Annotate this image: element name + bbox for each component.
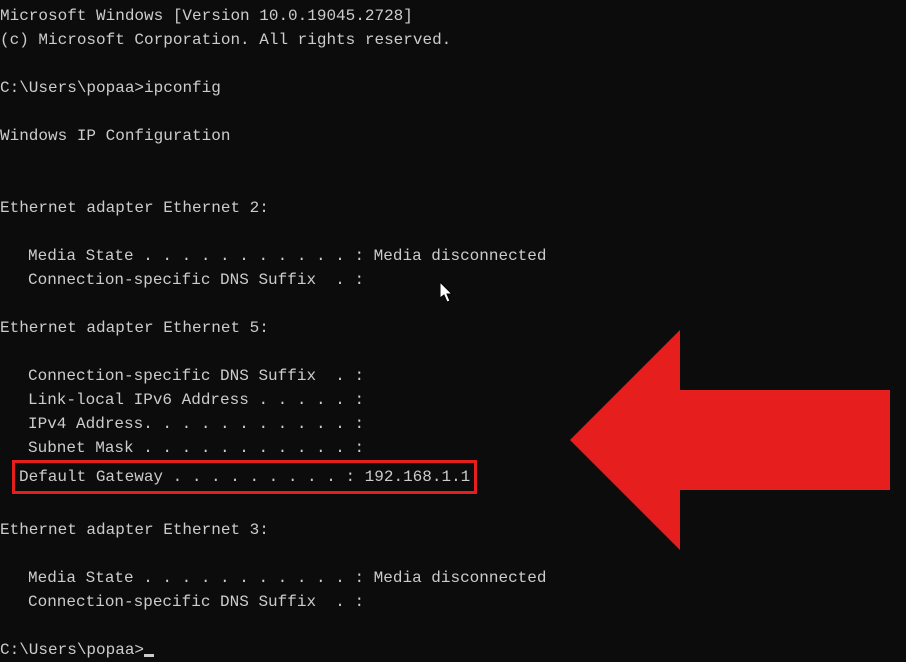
field-value: Media disconnected [374, 247, 547, 265]
ip-config-header: Windows IP Configuration [0, 124, 906, 148]
blank-line [0, 542, 906, 566]
field-label: Subnet Mask . . . . . . . . . . . : [28, 439, 374, 457]
subnet-mask-line: Subnet Mask . . . . . . . . . . . : ████… [0, 436, 906, 460]
media-state-line: Media State . . . . . . . . . . . : Medi… [0, 244, 906, 268]
blank-line [0, 148, 906, 172]
dns-suffix-line: Connection-specific DNS Suffix . : [0, 268, 906, 292]
field-label: Connection-specific DNS Suffix . : [28, 271, 364, 289]
field-label: Connection-specific DNS Suffix . : [28, 367, 364, 385]
redacted-value: ████████████████████████ [374, 391, 604, 409]
dns-suffix-line: Connection-specific DNS Suffix . : [0, 590, 906, 614]
ipv4-address-line: IPv4 Address. . . . . . . . . . . : ████… [0, 412, 906, 436]
blank-line [0, 100, 906, 124]
blank-line [0, 220, 906, 244]
field-label: Default Gateway . . . . . . . . . : [19, 468, 365, 486]
ipv6-address-line: Link-local IPv6 Address . . . . . : ████… [0, 388, 906, 412]
command-prompt-line[interactable]: C:\Users\popaa>ipconfig [0, 76, 906, 100]
blank-line [0, 340, 906, 364]
prompt-path: C:\Users\popaa> [0, 641, 144, 659]
adapter-title: Ethernet adapter Ethernet 3: [0, 518, 906, 542]
blank-line [0, 172, 906, 196]
copyright-line: (c) Microsoft Corporation. All rights re… [0, 28, 906, 52]
field-label: Link-local IPv6 Address . . . . . : [28, 391, 374, 409]
adapter-title: Ethernet adapter Ethernet 2: [0, 196, 906, 220]
command-prompt-line[interactable]: C:\Users\popaa> [0, 638, 906, 662]
field-label: Media State . . . . . . . . . . . : [28, 569, 374, 587]
field-label: Media State . . . . . . . . . . . : [28, 247, 374, 265]
dns-suffix-line: Connection-specific DNS Suffix . : [0, 364, 906, 388]
blank-line [0, 614, 906, 638]
default-gateway-highlight: Default Gateway . . . . . . . . . : 192.… [0, 460, 906, 494]
field-value: Media disconnected [374, 569, 547, 587]
blank-line [0, 292, 906, 316]
media-state-line: Media State . . . . . . . . . . . : Medi… [0, 566, 906, 590]
prompt-path: C:\Users\popaa> [0, 79, 144, 97]
command-entered: ipconfig [144, 79, 221, 97]
redacted-value: █████████████ [374, 439, 499, 457]
adapter-title: Ethernet adapter Ethernet 5: [0, 316, 906, 340]
default-gateway-value: 192.168.1.1 [365, 468, 471, 486]
redacted-value: ███████████ [374, 415, 480, 433]
text-cursor [144, 654, 154, 657]
blank-line [0, 494, 906, 518]
field-label: IPv4 Address. . . . . . . . . . . : [28, 415, 374, 433]
blank-line [0, 52, 906, 76]
windows-version-line: Microsoft Windows [Version 10.0.19045.27… [0, 4, 906, 28]
field-label: Connection-specific DNS Suffix . : [28, 593, 364, 611]
